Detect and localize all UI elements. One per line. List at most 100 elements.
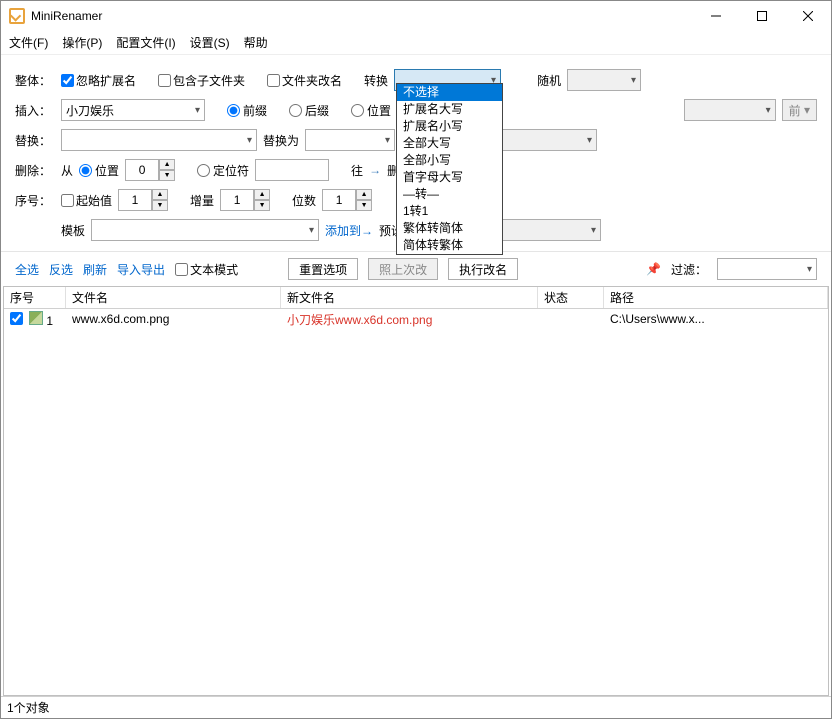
dropdown-option[interactable]: 1转1: [397, 203, 502, 220]
spin-up-icon[interactable]: ▲: [159, 159, 175, 170]
digits-label: 位数: [292, 192, 316, 209]
maximize-button[interactable]: [739, 1, 785, 31]
startval-spinner[interactable]: 1▲▼: [118, 189, 168, 211]
select-all-link[interactable]: 全选: [15, 261, 39, 278]
window-controls: [693, 1, 831, 31]
delete-label: 删除: [15, 162, 55, 179]
cell-newname: 小刀娱乐www.x6d.com.png: [281, 309, 538, 330]
startval-checkbox[interactable]: 起始值: [61, 192, 112, 209]
as-last-button[interactable]: 照上次改: [368, 258, 438, 280]
rule-select[interactable]: ▾: [487, 129, 597, 151]
dropdown-option[interactable]: 扩展名小写: [397, 118, 502, 135]
digits-spinner[interactable]: 1▲▼: [322, 189, 372, 211]
to-label: 往: [351, 162, 363, 179]
menu-settings[interactable]: 设置(S): [190, 34, 230, 51]
chevron-down-icon: ▾: [591, 225, 596, 236]
chevron-down-icon: ▾: [766, 105, 771, 116]
replace-to-combo[interactable]: ▾: [305, 129, 395, 151]
window-title: MiniRenamer: [31, 9, 693, 23]
spin-down-icon[interactable]: ▼: [152, 200, 168, 211]
status-text: 1个对象: [7, 699, 50, 716]
menu-operate[interactable]: 操作(P): [62, 34, 102, 51]
arrow-right-icon: →: [369, 163, 381, 177]
insert-extra-select[interactable]: ▾: [684, 99, 776, 121]
chevron-down-icon: ▾: [195, 105, 200, 116]
menu-help[interactable]: 帮助: [244, 34, 268, 51]
replace-from-combo[interactable]: ▾: [61, 129, 257, 151]
file-table: 序号 文件名 新文件名 状态 路径 1 www.x6d.com.png 小刀娱乐…: [3, 286, 829, 696]
col-status[interactable]: 状态: [538, 287, 604, 308]
increment-label: 增量: [190, 192, 214, 209]
menu-file[interactable]: 文件(F): [9, 34, 48, 51]
filter-label: 过滤：: [671, 261, 707, 278]
close-button[interactable]: [785, 1, 831, 31]
dropdown-option[interactable]: 扩展名大写: [397, 101, 502, 118]
dropdown-option[interactable]: 繁体转简体: [397, 220, 502, 237]
minimize-button[interactable]: [693, 1, 739, 31]
options-panel: 整体 忽略扩展名 包含子文件夹 文件夹改名 转换 ▾ 随机 ▾ 不选择 扩展名大…: [1, 55, 831, 252]
pin-icon[interactable]: 📌: [646, 262, 661, 276]
chevron-down-icon: ▾: [385, 135, 390, 146]
col-newname[interactable]: 新文件名: [281, 287, 538, 308]
table-header: 序号 文件名 新文件名 状态 路径: [4, 287, 828, 309]
chevron-down-icon: ▾: [247, 135, 252, 146]
spin-down-icon[interactable]: ▼: [159, 170, 175, 181]
chevron-down-icon: ▾: [587, 135, 592, 146]
insert-label: 插入: [15, 102, 55, 119]
reset-options-button[interactable]: 重置选项: [288, 258, 358, 280]
spin-up-icon[interactable]: ▲: [254, 189, 270, 200]
addto-link[interactable]: 添加到→: [325, 222, 373, 239]
suffix-radio[interactable]: 后缀: [289, 102, 329, 119]
col-fname[interactable]: 文件名: [66, 287, 281, 308]
row-checkbox[interactable]: [10, 312, 23, 325]
table-row[interactable]: 1 www.x6d.com.png 小刀娱乐www.x6d.com.png C:…: [4, 309, 828, 329]
import-export-link[interactable]: 导入导出: [117, 261, 165, 278]
template-combo[interactable]: ▾: [91, 219, 319, 241]
from-pos-radio[interactable]: 位置: [79, 162, 119, 179]
dropdown-option[interactable]: 简体转繁体: [397, 237, 502, 254]
include-sub-checkbox[interactable]: 包含子文件夹: [158, 72, 245, 89]
spin-down-icon[interactable]: ▼: [254, 200, 270, 211]
dropdown-option[interactable]: 全部小写: [397, 152, 502, 169]
replace-label: 替换: [15, 132, 55, 149]
locator-radio[interactable]: 定位符: [197, 162, 249, 179]
titlebar: MiniRenamer: [1, 1, 831, 31]
col-seq[interactable]: 序号: [4, 287, 66, 308]
status-bar: 1个对象: [1, 696, 831, 718]
convert-label: 转换: [364, 72, 388, 89]
menu-config[interactable]: 配置文件(I): [116, 34, 175, 51]
prefix-radio[interactable]: 前缀: [227, 102, 267, 119]
textmode-checkbox[interactable]: 文本模式: [175, 261, 238, 278]
whole-label: 整体: [15, 72, 55, 89]
front-button[interactable]: 前 ▾: [782, 99, 817, 121]
random-label: 随机: [537, 72, 561, 89]
spin-up-icon[interactable]: ▲: [356, 189, 372, 200]
chevron-down-icon: ▾: [807, 264, 812, 275]
random-select[interactable]: ▾: [567, 69, 641, 91]
dropdown-option[interactable]: 不选择: [397, 84, 502, 101]
from-pos-spinner[interactable]: 0▲▼: [125, 159, 175, 181]
insert-text-combo[interactable]: 小刀娱乐▾: [61, 99, 205, 121]
refresh-link[interactable]: 刷新: [83, 261, 107, 278]
increment-spinner[interactable]: 1▲▼: [220, 189, 270, 211]
menubar: 文件(F) 操作(P) 配置文件(I) 设置(S) 帮助: [1, 31, 831, 55]
execute-button[interactable]: 执行改名: [448, 258, 518, 280]
dropdown-option[interactable]: 全部大写: [397, 135, 502, 152]
action-bar: 全选 反选 刷新 导入导出 文本模式 重置选项 照上次改 执行改名 📌 过滤： …: [1, 252, 831, 286]
dropdown-option[interactable]: 首字母大写: [397, 169, 502, 186]
folder-rename-checkbox[interactable]: 文件夹改名: [267, 72, 342, 89]
replaceto-label: 替换为: [263, 132, 299, 149]
filter-combo[interactable]: ▾: [717, 258, 817, 280]
col-path[interactable]: 路径: [604, 287, 828, 308]
spin-up-icon[interactable]: ▲: [152, 189, 168, 200]
table-body[interactable]: 1 www.x6d.com.png 小刀娱乐www.x6d.com.png C:…: [4, 309, 828, 695]
position-radio[interactable]: 位置: [351, 102, 391, 119]
cell-seq: 1: [4, 309, 66, 330]
spin-down-icon[interactable]: ▼: [356, 200, 372, 211]
ignore-ext-checkbox[interactable]: 忽略扩展名: [61, 72, 136, 89]
invert-link[interactable]: 反选: [49, 261, 73, 278]
cell-status: [538, 317, 604, 321]
app-icon: [9, 8, 25, 24]
locator-input[interactable]: [255, 159, 329, 181]
dropdown-option[interactable]: —转—: [397, 186, 502, 203]
